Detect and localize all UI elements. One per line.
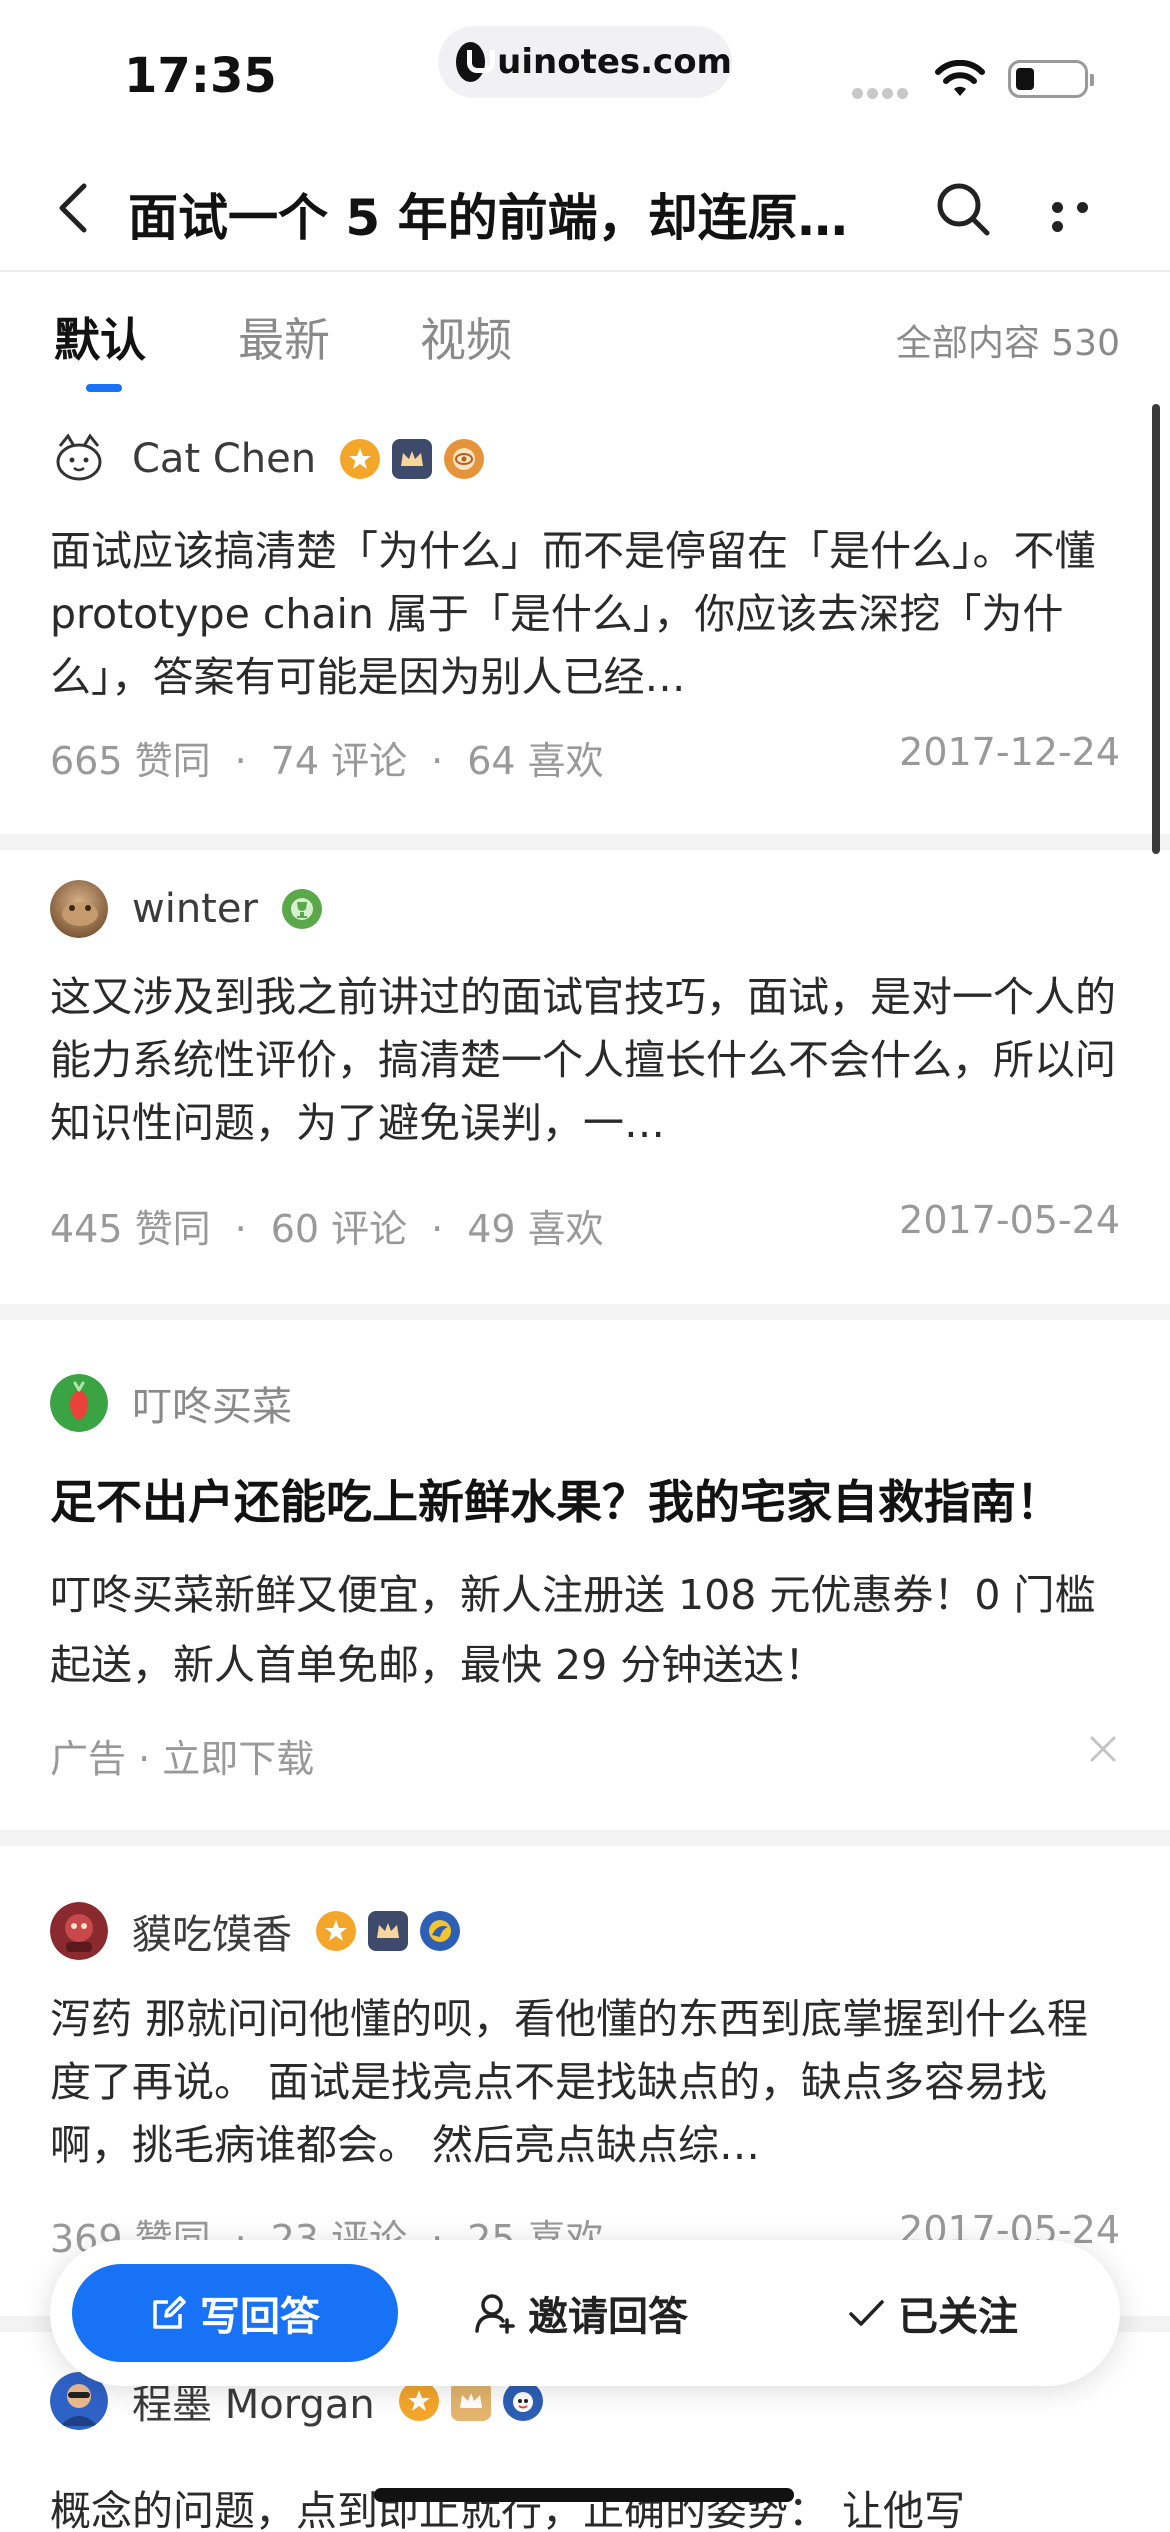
write-answer-button[interactable]: 写回答 [72, 2264, 398, 2362]
total-content-count: 全部内容 530 [895, 323, 1120, 364]
invite-user-icon [475, 2294, 515, 2334]
like-count: 64 喜欢 [467, 739, 604, 783]
star-badge-icon[interactable] [340, 439, 381, 479]
wifi-icon [935, 60, 985, 96]
eye-badge-icon[interactable] [444, 439, 485, 479]
status-time: 17:35 [124, 48, 277, 104]
card-separator [0, 1304, 1170, 1320]
home-indicator[interactable] [374, 2488, 794, 2502]
upvote-count: 665 赞同 [50, 739, 211, 783]
invite-answer-button[interactable]: 邀请回答 [474, 2264, 688, 2362]
crown-badge-icon[interactable] [392, 439, 433, 479]
follow-label: 已关注 [898, 2294, 1018, 2340]
close-icon[interactable] [1088, 1734, 1118, 1764]
cellular-signal-icon [852, 84, 912, 99]
crown-badge-icon[interactable] [368, 1911, 408, 1951]
chevron-left-icon[interactable] [50, 180, 100, 236]
comment-count[interactable]: 74 评论 [271, 739, 407, 783]
author-name[interactable]: winter [132, 886, 258, 932]
avatar[interactable] [50, 1374, 108, 1432]
scrollbar[interactable] [1152, 404, 1160, 854]
battery-icon [1008, 60, 1094, 98]
sort-tabs: 默认 最新 视频 全部内容 530 [0, 274, 1170, 404]
author-name[interactable]: 貘吃馍香 [132, 1902, 292, 1960]
url-pill[interactable]: uinotes.com [438, 26, 732, 98]
upvote-count: 445 赞同 [50, 1207, 211, 1251]
invite-answer-label: 邀请回答 [528, 2294, 688, 2340]
like-count: 49 喜欢 [467, 1207, 604, 1251]
more-horizontal-icon[interactable] [1052, 198, 1122, 232]
search-icon[interactable] [934, 180, 992, 238]
tab-video[interactable]: 视频 [420, 304, 512, 370]
answer-author[interactable]: 貘吃馍香 [50, 1902, 464, 1960]
answer-date: 2017-12-24 [899, 730, 1120, 774]
bottom-action-bar: 写回答 邀请回答 已关注 [50, 2240, 1120, 2386]
question-title[interactable]: 面试一个 5 年的前端，却连原… [128, 178, 868, 250]
ad-footer[interactable]: 广告 · 立即下载 [50, 1728, 314, 1783]
tab-indicator [86, 384, 122, 392]
card-separator [0, 1830, 1170, 1846]
star-badge-icon[interactable] [398, 2381, 439, 2421]
answer-meta: 665 赞同 · 74 评论 · 64 喜欢 2017-12-24 [50, 730, 1120, 783]
star-badge-icon[interactable] [316, 1911, 356, 1951]
url-text: uinotes.com [497, 42, 732, 82]
tab-latest[interactable]: 最新 [238, 304, 330, 370]
tab-default[interactable]: 默认 [54, 304, 146, 370]
follow-question-button[interactable]: 已关注 [846, 2264, 1018, 2362]
answer-excerpt[interactable]: 面试应该搞清楚「为什么」而不是停留在「是什么」。不懂 prototype cha… [50, 520, 1120, 709]
answer-card[interactable]: winter 这又涉及到我之前讲过的面试官技巧，面试，是对一个人的能力系统性评价… [0, 850, 1170, 1304]
crown-badge-icon[interactable] [450, 2381, 491, 2421]
author-name[interactable]: Cat Chen [132, 436, 316, 482]
edit-icon [153, 2296, 186, 2329]
check-icon [849, 2300, 884, 2326]
answer-date: 2017-05-24 [899, 1198, 1120, 1242]
avatar[interactable] [50, 430, 108, 488]
card-separator [0, 834, 1170, 850]
answer-card[interactable]: Cat Chen 面试应该搞清楚「为什么」而不是停留在「是什么」。不懂 prot… [0, 404, 1170, 834]
comment-count[interactable]: 60 评论 [271, 1207, 407, 1251]
status-bar: 17:35 uinotes.com [0, 0, 1170, 140]
bird-badge-icon[interactable] [420, 1911, 460, 1951]
ad-card[interactable]: 叮咚买菜 足不出户还能吃上新鲜水果？我的宅家自救指南！ 叮咚买菜新鲜又便宜，新人… [0, 1320, 1170, 1830]
answer-excerpt[interactable]: 泻药 那就问问他懂的呗，看他懂的东西到底掌握到什么程度了再说。 面试是找亮点不是… [50, 1988, 1120, 2177]
ad-brand-name[interactable]: 叮咚买菜 [132, 1374, 292, 1432]
write-answer-label: 写回答 [200, 2294, 320, 2340]
avatar[interactable] [50, 1902, 108, 1960]
site-logo-icon [456, 42, 496, 82]
nav-bar: 面试一个 5 年的前端，却连原… [0, 140, 1170, 272]
answer-author[interactable]: winter [50, 880, 326, 938]
mascot-badge-icon[interactable] [502, 2381, 543, 2421]
answer-author[interactable]: Cat Chen [50, 430, 488, 488]
trophy-badge-icon[interactable] [281, 889, 322, 929]
avatar[interactable] [50, 880, 108, 938]
answer-excerpt[interactable]: 这又涉及到我之前讲过的面试官技巧，面试，是对一个人的能力系统性评价，搞清楚一个人… [50, 966, 1120, 1155]
ad-title[interactable]: 足不出户还能吃上新鲜水果？我的宅家自救指南！ [50, 1466, 1130, 1532]
answer-meta: 445 赞同 · 60 评论 · 49 喜欢 2017-05-24 [50, 1198, 1120, 1251]
ad-brand[interactable]: 叮咚买菜 [50, 1374, 308, 1432]
ad-body[interactable]: 叮咚买菜新鲜又便宜，新人注册送 108 元优惠券！0 门槛起送，新人首单免邮，最… [50, 1560, 1120, 1700]
